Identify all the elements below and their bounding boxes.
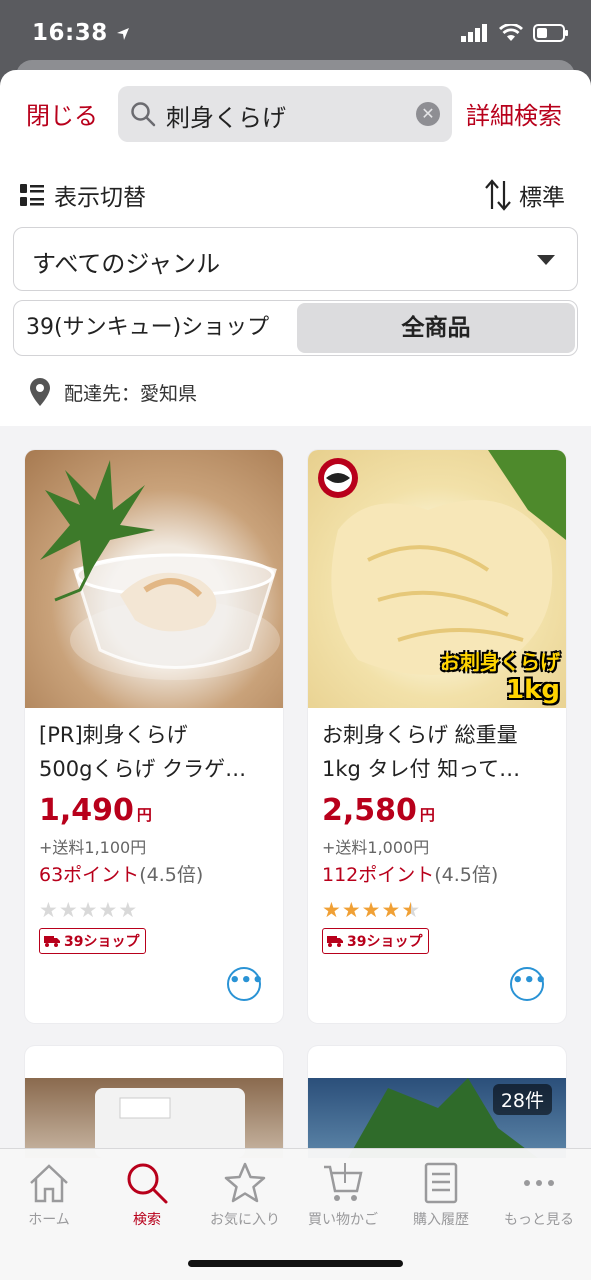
list-view-icon [20, 184, 44, 206]
tab-more[interactable]: もっと見る [490, 1157, 588, 1229]
39shop-badge: 39ショップ [39, 928, 147, 954]
more-icon [524, 1180, 554, 1186]
signal-icon [461, 24, 487, 42]
segment-39shop[interactable]: 39(サンキュー)ショップ [14, 301, 297, 355]
home-indicator [188, 1260, 403, 1267]
truck-icon [44, 936, 60, 947]
product-price: 2,580 円 [322, 793, 435, 828]
search-icon [131, 102, 156, 127]
clear-icon[interactable]: ✕ [416, 102, 440, 126]
39shop-badge: 39ショップ [322, 928, 430, 954]
tab-history[interactable]: 購入履歴 [392, 1157, 490, 1229]
cart-icon [324, 1163, 363, 1201]
jellyfish-bowl-image [40, 460, 280, 680]
status-time: 16:38 [32, 20, 130, 46]
image-caption-title: お刺身くらげ [440, 650, 560, 674]
star-icon: ★ [58, 898, 79, 922]
view-toggle-label: 表示切替 [54, 185, 146, 211]
search-icon [127, 1163, 168, 1204]
star-icon: ★ [98, 898, 119, 922]
star-icon: ★ [361, 898, 382, 922]
star-icon [224, 1162, 266, 1203]
product-image [25, 450, 283, 708]
genre-select[interactable]: すべてのジャンル [13, 227, 578, 291]
battery-icon [533, 24, 568, 42]
rating-stars: ★★★★★ [39, 898, 138, 922]
delivery-location[interactable]: 配達先：愛知県 [30, 378, 197, 406]
star-icon: ★ [39, 898, 59, 922]
delivery-label: 配達先：愛知県 [64, 382, 198, 405]
more-options-button[interactable]: ••• [227, 967, 264, 1001]
product-title[interactable]: [PR]刺身くらげ 500gくらげ クラゲ… [39, 718, 271, 786]
toolbar: 表示切替 標準 [0, 174, 591, 214]
search-header: 閉じる 刺身くらげ ✕ 詳細検索 [0, 86, 591, 142]
product-price: 1,490 円 [39, 793, 152, 828]
points: 112ポイント(4.5倍) [322, 864, 499, 886]
tab-home[interactable]: ホーム [0, 1157, 98, 1229]
view-toggle-button[interactable]: 表示切替 [20, 178, 146, 212]
sort-button[interactable]: 標準 [485, 178, 565, 212]
search-sheet: 閉じる 刺身くらげ ✕ 詳細検索 表示切替 標準 すべてのジャンル 39(サンキ… [0, 70, 591, 1280]
more-options-button[interactable]: ••• [510, 967, 547, 1001]
status-icons [461, 24, 569, 42]
product-card[interactable]: [PR]刺身くらげ 500gくらげ クラゲ… 1,490 円 +送料1,100円 … [25, 450, 283, 1023]
product-image: お刺身くらげ 1kg [308, 450, 566, 708]
product-card[interactable]: お刺身くらげ 1kg お刺身くらげ 総重量 1kg タレ付 知って… 2,580… [308, 450, 566, 1023]
close-button[interactable]: 閉じる [26, 96, 98, 131]
tab-cart[interactable]: 買い物かご [294, 1157, 392, 1229]
star-icon: ★ [341, 898, 362, 922]
receipt-icon [424, 1162, 458, 1204]
tab-favorites[interactable]: お気に入り [196, 1157, 294, 1229]
star-icon: ★ [401, 898, 422, 922]
sort-label: 標準 [519, 185, 565, 211]
wifi-icon [499, 24, 523, 41]
search-input[interactable]: 刺身くらげ ✕ [118, 86, 452, 142]
image-count-badge: 28件 [492, 1084, 552, 1115]
location-arrow-icon [117, 27, 130, 40]
shop-filter-segment: 39(サンキュー)ショップ 全商品 [13, 300, 578, 356]
product-title[interactable]: お刺身くらげ 総重量 1kg タレ付 知って… [322, 718, 554, 786]
genre-selected: すべてのジャンル [32, 250, 221, 278]
star-icon: ★ [322, 898, 342, 922]
product-image [25, 1078, 283, 1158]
shipping-fee: +送料1,000円 [322, 838, 430, 857]
tab-search[interactable]: 検索 [98, 1157, 196, 1229]
caret-down-icon [537, 255, 555, 265]
star-icon: ★ [118, 898, 139, 922]
shipping-fee: +送料1,100円 [39, 838, 147, 857]
home-icon [30, 1164, 68, 1203]
image-caption-weight: 1kg [506, 675, 560, 705]
star-icon: ★ [381, 898, 402, 922]
points: 63ポイント(4.5倍) [39, 864, 204, 886]
star-icon: ★ [78, 898, 99, 922]
detail-search-button[interactable]: 詳細検索 [466, 96, 562, 131]
segment-all-products[interactable]: 全商品 [297, 303, 575, 353]
truck-icon [327, 936, 343, 947]
search-query: 刺身くらげ [166, 104, 286, 132]
sort-icon [485, 179, 511, 211]
rating-stars: ★★★★★ [322, 898, 421, 922]
location-pin-icon [30, 378, 50, 406]
